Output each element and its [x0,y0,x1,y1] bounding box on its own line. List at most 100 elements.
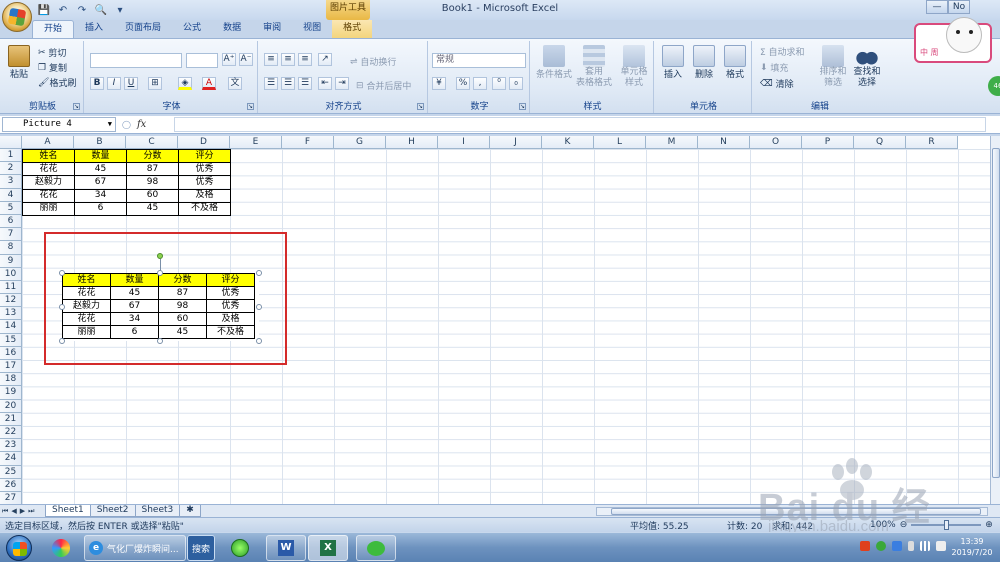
taskbar-app-360[interactable] [222,535,258,561]
office-button[interactable] [2,2,32,32]
row-header-11[interactable]: 11 [0,280,22,295]
decrease-indent-button[interactable]: ⇤ [318,77,332,90]
row-header-26[interactable]: 26 [0,478,22,492]
resize-handle-sw[interactable] [59,338,65,344]
row-header-16[interactable]: 16 [0,346,22,360]
zoom-slider-knob[interactable] [944,520,950,530]
align-left-button[interactable]: ☰ [264,77,278,90]
sheet-cell[interactable]: 87 [126,162,179,177]
maximize-button[interactable]: No [948,0,970,14]
row-header-9[interactable]: 9 [0,254,22,268]
row-header-27[interactable]: 27 [0,491,22,504]
taskbar-wechat[interactable] [356,535,396,561]
resize-handle-w[interactable] [59,304,65,310]
sheet-header-cell[interactable]: 数量 [74,148,127,164]
row-header-17[interactable]: 17 [0,360,22,374]
insert-sheet-icon[interactable]: ✱ [179,505,201,517]
taskbar-browser[interactable]: e 气化厂爆炸瞬间... [84,535,186,561]
format-cells-button[interactable]: 格式 [720,45,750,80]
font-size-combo[interactable] [186,53,218,68]
align-top-button[interactable]: ≡ [264,53,278,66]
sheet-cell[interactable]: 98 [126,175,179,190]
sheet-header-cell[interactable]: 分数 [126,148,179,164]
sheet-cell[interactable]: 67 [74,175,127,190]
sheet-tab-1[interactable]: Sheet1 [45,505,91,517]
sheet-cell[interactable]: 不及格 [178,201,231,216]
minimize-button[interactable]: — [926,0,948,14]
align-middle-button[interactable]: ≡ [281,53,295,66]
first-sheet-icon[interactable]: ⏮ [2,505,8,517]
shrink-font-button[interactable]: A⁻ [239,53,253,66]
pasted-picture[interactable]: 姓名 数量 分数 评分 花花 45 87 优秀 赵毅力 67 98 优秀 花花 34 60 及格 丽丽 6 45 不及… [62,273,259,341]
wrap-text-button[interactable]: ⇌ 自动换行 [350,55,396,69]
row-header-6[interactable]: 6 [0,214,22,229]
fill-color-button[interactable]: ◈ [178,77,192,90]
row-header-12[interactable]: 12 [0,294,22,308]
column-header-b[interactable]: B [74,136,126,149]
zoom-out-icon[interactable]: ⊖ [900,520,908,530]
row-header-1[interactable]: 1 [0,149,22,163]
tab-insert[interactable]: 插入 [74,20,114,38]
sort-filter-button[interactable]: 排序和 筛选 [816,45,850,89]
decrease-decimal-button[interactable]: ₀ [509,77,523,90]
comma-button[interactable]: , [473,77,487,90]
formula-input[interactable] [174,117,986,132]
resize-handle-se[interactable] [256,338,262,344]
column-header-o[interactable]: O [750,136,802,149]
format-painter-button[interactable]: 🖌 格式刷 [38,76,76,90]
sheet-cell[interactable]: 赵毅力 [22,175,75,190]
taskbar-app-colorful[interactable] [44,535,78,561]
resize-handle-ne[interactable] [256,270,262,276]
sheet-cell[interactable]: 及格 [178,188,231,203]
sheet-cell[interactable]: 丽丽 [22,201,75,216]
battery-icon[interactable] [908,541,914,551]
sheet-cell[interactable]: 优秀 [178,175,231,190]
row-header-22[interactable]: 22 [0,425,22,440]
taskbar-excel[interactable]: X [308,535,348,561]
column-header-p[interactable]: P [802,136,854,149]
resize-handle-e[interactable] [256,304,262,310]
conditional-format-button[interactable]: 条件格式 [534,45,574,80]
prev-sheet-icon[interactable]: ◀ [11,505,16,517]
tab-view[interactable]: 视图 [292,20,332,38]
autosum-button[interactable]: Σ 自动求和 [760,45,805,58]
sheet-cell[interactable]: 60 [126,188,179,203]
format-as-table-button[interactable]: 套用 表格格式 [572,45,616,89]
column-header-e[interactable]: E [230,136,282,149]
row-header-2[interactable]: 2 [0,162,22,176]
row-header-3[interactable]: 3 [0,175,22,189]
sheet-cell[interactable]: 花花 [22,188,75,203]
chevron-down-icon[interactable]: ▼ [108,118,112,131]
align-bottom-button[interactable]: ≡ [298,53,312,66]
sheet-header-cell[interactable]: 评分 [178,148,231,164]
start-button[interactable] [6,535,32,561]
row-header-14[interactable]: 14 [0,320,22,334]
tab-formulas[interactable]: 公式 [172,20,212,38]
last-sheet-icon[interactable]: ⏭ [28,505,34,517]
next-sheet-icon[interactable]: ▶ [20,505,25,517]
horizontal-scrollbar[interactable] [596,507,988,516]
tab-review[interactable]: 审阅 [252,20,292,38]
find-select-button[interactable]: 查找和 选择 [850,45,884,89]
row-header-20[interactable]: 20 [0,399,22,413]
phonetic-button[interactable]: 文 [228,77,242,90]
select-all-corner[interactable] [0,136,22,149]
horizontal-scroll-thumb[interactable] [611,508,981,515]
column-header-l[interactable]: L [594,136,646,149]
row-header-25[interactable]: 25 [0,465,22,479]
font-launcher-icon[interactable]: ↘ [247,103,254,110]
column-header-n[interactable]: N [698,136,750,149]
tab-home[interactable]: 开始 [32,20,75,38]
tab-data[interactable]: 数据 [212,20,252,38]
volume-icon[interactable] [936,541,946,551]
sheet-header-cell[interactable]: 姓名 [22,148,75,164]
sogou-icon[interactable] [860,541,870,551]
row-header-5[interactable]: 5 [0,201,22,215]
cell-styles-button[interactable]: 单元格 样式 [616,45,652,89]
name-box[interactable]: Picture 4 ▼ [2,117,116,132]
number-launcher-icon[interactable]: ↘ [519,103,526,110]
resize-handle-s[interactable] [157,338,163,344]
sheet-cell[interactable]: 34 [74,188,127,203]
resize-handle-n[interactable] [157,270,163,276]
column-header-i[interactable]: I [438,136,490,149]
